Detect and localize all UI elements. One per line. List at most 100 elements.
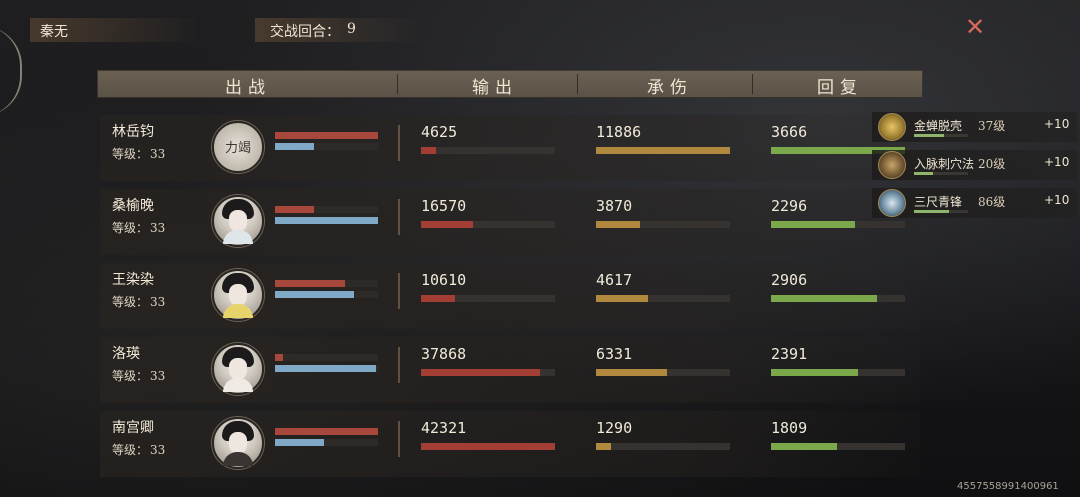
hp-bar xyxy=(275,280,378,287)
mp-bar xyxy=(275,291,378,298)
damage-taken-bar-fill xyxy=(596,443,611,450)
avatar[interactable] xyxy=(212,269,264,321)
avatar-face xyxy=(229,358,247,380)
output-value: 42321 xyxy=(421,419,467,437)
skill-bonus: +10 xyxy=(1044,117,1070,131)
mp-bar xyxy=(275,217,378,224)
mp-bar xyxy=(275,365,378,372)
avatar-face xyxy=(229,432,247,454)
skill-progress-bar xyxy=(914,172,968,175)
header-divider xyxy=(752,74,753,94)
top-bar: 秦无 交战回合： 9 xyxy=(0,18,420,42)
avatar[interactable]: 力竭 xyxy=(212,121,264,173)
sword-icon xyxy=(878,189,906,217)
row-divider xyxy=(398,125,400,161)
character-name: 洛瑛 xyxy=(112,346,140,362)
header-divider xyxy=(577,74,578,94)
skill-progress-fill xyxy=(914,134,944,137)
output-bar xyxy=(421,369,555,376)
character-level: 等级： 33 xyxy=(112,441,165,458)
header-divider xyxy=(397,74,398,94)
avatar-face xyxy=(229,210,247,232)
mp-bar xyxy=(275,143,378,150)
skill-item[interactable]: 三尺青锋 86级 +10 xyxy=(872,188,1077,218)
level-label: 等级： xyxy=(112,147,149,161)
column-header-output: 输出 xyxy=(472,78,518,98)
level-value: 33 xyxy=(150,443,166,457)
player-id: 4557558991400961 xyxy=(957,481,1059,492)
healing-bar-fill xyxy=(771,443,837,450)
avatar[interactable] xyxy=(212,343,264,395)
column-header-healing: 回复 xyxy=(817,78,863,98)
skill-name: 入脉刺穴法 xyxy=(914,157,975,171)
avatar-robe xyxy=(223,378,253,392)
output-value: 16570 xyxy=(421,197,467,215)
healing-value: 2296 xyxy=(771,197,808,215)
skill-list: 金蝉脱壳 37级 +10 入脉刺穴法 20级 +10 三尺青锋 86级 +10 xyxy=(872,112,1077,226)
avatar-robe xyxy=(223,304,253,318)
row-divider xyxy=(398,273,400,309)
hp-bar xyxy=(275,132,378,139)
damage-taken-bar xyxy=(596,147,730,154)
skill-progress-bar xyxy=(914,134,968,137)
skill-progress-bar xyxy=(914,210,968,213)
damage-taken-value: 11886 xyxy=(596,123,642,141)
output-bar xyxy=(421,147,555,154)
damage-taken-bar xyxy=(596,221,730,228)
damage-taken-bar-fill xyxy=(596,221,641,228)
damage-taken-bar-fill xyxy=(596,295,649,302)
output-bar xyxy=(421,443,555,450)
output-value: 10610 xyxy=(421,271,467,289)
character-row: 林岳钧 等级： 33 力竭 4625 11886 3666 xyxy=(100,115,920,181)
healing-bar-fill xyxy=(771,369,859,376)
level-value: 33 xyxy=(150,221,166,235)
healing-value: 3666 xyxy=(771,123,808,141)
hp-bar xyxy=(275,206,378,213)
acupuncture-icon xyxy=(878,151,906,179)
output-bar-fill xyxy=(421,295,455,302)
level-value: 33 xyxy=(150,147,166,161)
hp-bar-fill xyxy=(275,354,284,361)
character-level: 等级： 33 xyxy=(112,219,165,236)
healing-bar-fill xyxy=(771,221,856,228)
avatar[interactable] xyxy=(212,195,264,247)
avatar[interactable] xyxy=(212,417,264,469)
output-bar-fill xyxy=(421,369,541,376)
output-bar-fill xyxy=(421,147,436,154)
character-name: 桑榆晚 xyxy=(112,198,154,214)
hp-bar xyxy=(275,428,378,435)
skill-name: 三尺青锋 xyxy=(914,195,963,209)
output-bar-fill xyxy=(421,443,555,450)
golden-cicada-icon xyxy=(878,113,906,141)
level-value: 33 xyxy=(150,295,166,309)
character-name: 林岳钧 xyxy=(112,124,154,140)
output-bar xyxy=(421,295,555,302)
output-bar-fill xyxy=(421,221,474,228)
mp-bar-fill xyxy=(275,143,315,150)
close-icon[interactable]: ✕ xyxy=(962,14,988,40)
hp-bar xyxy=(275,354,378,361)
avatar-face xyxy=(229,284,247,306)
character-level: 等级： 33 xyxy=(112,367,165,384)
hp-bar-fill xyxy=(275,206,315,213)
damage-taken-bar-fill xyxy=(596,147,730,154)
character-name: 王染染 xyxy=(112,272,154,288)
skill-level: 20级 xyxy=(978,157,1006,171)
column-header-deploy: 出战 xyxy=(225,78,271,98)
skill-progress-fill xyxy=(914,210,950,213)
skill-item[interactable]: 入脉刺穴法 20级 +10 xyxy=(872,150,1077,180)
output-value: 37868 xyxy=(421,345,467,363)
healing-value: 2391 xyxy=(771,345,808,363)
round-value: 9 xyxy=(347,21,356,37)
healing-value: 1809 xyxy=(771,419,808,437)
mp-bar xyxy=(275,439,378,446)
level-label: 等级： xyxy=(112,369,149,383)
character-level: 等级： 33 xyxy=(112,293,165,310)
damage-taken-value: 1290 xyxy=(596,419,633,437)
level-label: 等级： xyxy=(112,443,149,457)
stats-table-header: 出战 输出 承伤 回复 xyxy=(97,70,923,98)
avatar-status-text: 力竭 xyxy=(224,141,251,156)
avatar-robe xyxy=(223,452,253,466)
skill-item[interactable]: 金蝉脱壳 37级 +10 xyxy=(872,112,1077,142)
skill-progress-fill xyxy=(914,172,933,175)
